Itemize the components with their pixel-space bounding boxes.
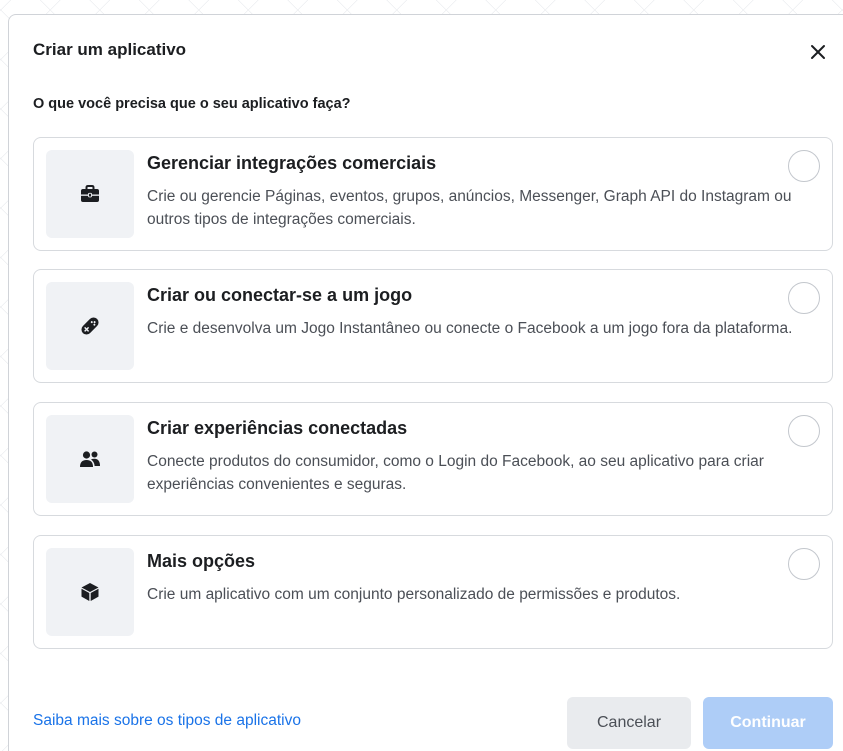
option-icon-tile xyxy=(46,282,134,370)
option-description: Conecte produtos do consumidor, como o L… xyxy=(147,453,764,493)
continue-button[interactable]: Continuar xyxy=(703,697,833,749)
option-title: Gerenciar integrações comerciais xyxy=(147,153,437,173)
create-app-dialog: Criar um aplicativo O que você precisa q… xyxy=(8,14,843,751)
option-description: Crie um aplicativo com um conjunto perso… xyxy=(147,586,681,603)
gamepad-icon xyxy=(81,317,99,335)
people-icon xyxy=(80,451,100,467)
option-icon-tile xyxy=(46,548,134,636)
option-icon-tile xyxy=(46,150,134,238)
dialog-question: O que você precisa que o seu aplicativo … xyxy=(33,96,351,112)
option-radio[interactable] xyxy=(788,548,820,580)
option-description: Crie ou gerencie Páginas, eventos, grupo… xyxy=(147,188,792,228)
option-description: Crie e desenvolva um Jogo Instantâneo ou… xyxy=(147,320,793,337)
briefcase-icon xyxy=(81,185,99,202)
cancel-button[interactable]: Cancelar xyxy=(567,697,691,749)
close-icon xyxy=(811,45,825,59)
option-radio[interactable] xyxy=(788,150,820,182)
option-radio[interactable] xyxy=(788,415,820,447)
option-icon-tile xyxy=(46,415,134,503)
option-game[interactable]: Criar ou conectar-se a um jogo Crie e de… xyxy=(33,269,833,383)
option-title: Mais opções xyxy=(147,551,256,571)
option-more-options[interactable]: Mais opções Crie um aplicativo com um co… xyxy=(33,535,833,649)
cube-icon xyxy=(81,583,99,601)
option-business-integrations[interactable]: Gerenciar integrações comerciais Crie ou… xyxy=(33,137,833,251)
close-button[interactable] xyxy=(807,41,829,63)
option-title: Criar ou conectar-se a um jogo xyxy=(147,285,413,305)
option-title: Criar experiências conectadas xyxy=(147,418,408,438)
learn-more-link[interactable]: Saiba mais sobre os tipos de aplicativo xyxy=(33,712,301,730)
option-radio[interactable] xyxy=(788,282,820,314)
option-connected-experiences[interactable]: Criar experiências conectadas Conecte pr… xyxy=(33,402,833,516)
dialog-title: Criar um aplicativo xyxy=(33,40,187,59)
